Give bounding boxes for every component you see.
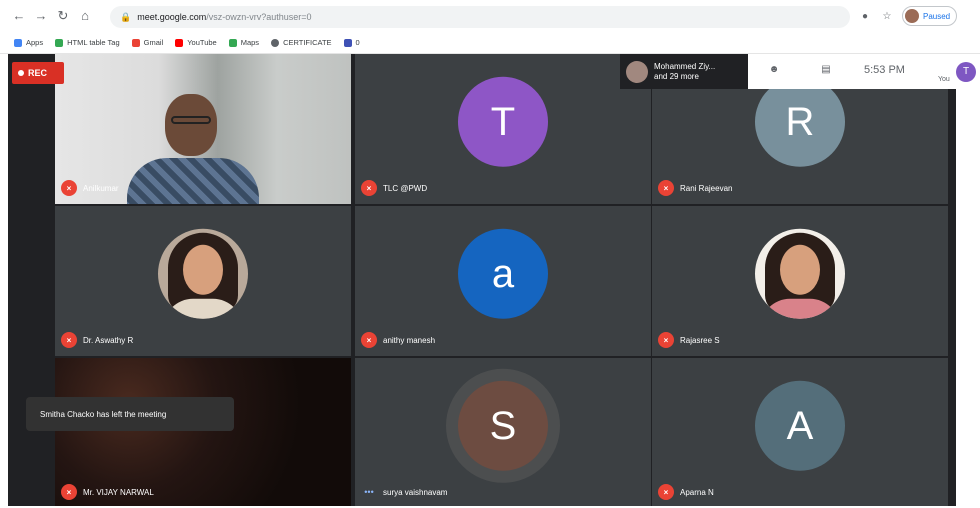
- people-icon[interactable]: ☻: [766, 64, 782, 78]
- mic-off-icon: ×: [658, 332, 674, 348]
- participants-summary-name: Mohammed Ziy...: [654, 61, 716, 71]
- participant-avatar: S: [458, 380, 548, 471]
- bookmark-favicon: [343, 38, 352, 47]
- address-bar[interactable]: 🔒 meet.google.com/vsz-owzn-vrv?authuser=…: [110, 6, 850, 28]
- mic-off-icon: ×: [361, 180, 377, 196]
- participant-name: anithy manesh: [383, 335, 436, 345]
- profile-button[interactable]: Paused: [902, 6, 958, 26]
- meeting-top-bar: Mohammed Ziy... and 29 more ☻ ▤ 5:53 PM …: [620, 54, 976, 89]
- participant-avatar: [626, 60, 648, 83]
- participant-photo: [158, 228, 248, 319]
- bookmarks-bar: Apps HTML table Tag Gmail YouTube Maps C…: [0, 32, 980, 54]
- mic-off-icon: ×: [361, 332, 377, 348]
- participant-name: surya vaishnavam: [383, 487, 448, 497]
- browser-toolbar: ← → ↻ ⌂ 🔒 meet.google.com/vsz-owzn-vrv?a…: [0, 0, 980, 32]
- bookmark-html-table[interactable]: HTML table Tag: [55, 38, 120, 47]
- mic-off-icon: ×: [61, 332, 77, 348]
- bookmark-0[interactable]: 0: [343, 38, 360, 47]
- bookmark-maps[interactable]: Maps: [228, 38, 259, 47]
- url-text: meet.google.com/vsz-owzn-vrv?authuser=0: [137, 12, 312, 22]
- right-margin: [956, 54, 980, 508]
- participant-name: Mr. VIJAY NARWAL: [83, 487, 154, 497]
- participant-tile[interactable]: T × TLC @PWD: [355, 54, 651, 204]
- participant-tile[interactable]: S ••• surya vaishnavam: [355, 358, 651, 508]
- bookmark-favicon: [55, 38, 64, 47]
- bookmark-apps[interactable]: Apps: [14, 38, 43, 47]
- participant-name: TLC @PWD: [383, 183, 428, 193]
- participant-avatar: R: [755, 76, 845, 167]
- mic-off-icon: ×: [658, 484, 674, 500]
- meeting-clock: 5:53 PM: [864, 64, 905, 76]
- reload-icon[interactable]: ↻: [54, 7, 72, 25]
- mic-off-icon: ×: [61, 484, 77, 500]
- participant-name: Rajasree S: [680, 335, 720, 345]
- participant-avatar: a: [458, 228, 548, 319]
- profile-label: Paused: [923, 11, 951, 21]
- participant-avatar: T: [458, 76, 548, 167]
- chat-icon[interactable]: ▤: [818, 64, 834, 78]
- apps-icon: [14, 38, 22, 47]
- left-margin: [0, 54, 8, 508]
- participant-tile[interactable]: A × Aparna N: [652, 358, 948, 508]
- forward-icon[interactable]: →: [32, 7, 50, 25]
- back-icon[interactable]: ←: [10, 7, 28, 25]
- participant-avatar: A: [755, 380, 845, 471]
- star-icon[interactable]: ☆: [880, 11, 894, 22]
- profile-avatar: [905, 9, 919, 23]
- participants-summary-count: and 29 more: [654, 71, 699, 81]
- camera-indicator-icon[interactable]: ●: [858, 11, 872, 22]
- photo-face: [780, 244, 820, 295]
- self-avatar[interactable]: T: [956, 62, 976, 82]
- bookmark-youtube[interactable]: YouTube: [175, 38, 217, 47]
- youtube-icon: [175, 38, 184, 47]
- maps-icon: [228, 38, 237, 47]
- participant-tile[interactable]: × Anilkumar: [55, 54, 351, 204]
- bookmark-gmail[interactable]: Gmail: [131, 38, 163, 47]
- record-dot-icon: [18, 70, 24, 76]
- participant-photo: [755, 228, 845, 319]
- participant-tile[interactable]: × Dr. Aswathy R: [55, 206, 351, 356]
- person-head: [165, 94, 217, 156]
- photo-face: [183, 244, 223, 295]
- participant-name: Aparna N: [680, 487, 714, 497]
- participant-name: Anilkumar: [83, 183, 119, 193]
- github-icon: [271, 38, 280, 47]
- participant-name: Rani Rajeevan: [680, 183, 733, 193]
- participant-tile[interactable]: a × anithy manesh: [355, 206, 651, 356]
- gmail-icon: [131, 38, 140, 47]
- mic-off-icon: ×: [61, 180, 77, 196]
- participants-summary[interactable]: Mohammed Ziy... and 29 more: [620, 54, 748, 89]
- notification-toast: Smitha Chacko has left the meeting: [26, 397, 234, 431]
- speaking-indicator-icon: •••: [364, 487, 374, 497]
- bookmark-certificate[interactable]: CERTIFICATE: [271, 38, 332, 47]
- person-body: [127, 158, 259, 204]
- home-icon[interactable]: ⌂: [76, 7, 94, 25]
- participant-name: Dr. Aswathy R: [83, 335, 134, 345]
- mic-off-icon: ×: [658, 180, 674, 196]
- lock-icon: 🔒: [120, 11, 132, 22]
- recording-badge: REC: [12, 62, 64, 84]
- recording-label: REC: [28, 68, 48, 78]
- person-glasses: [171, 116, 211, 124]
- meet-stage: REC Mohammed Ziy... and 29 more ☻ ▤ 5:53…: [0, 54, 980, 508]
- you-label: You: [938, 76, 950, 83]
- participant-tile[interactable]: × Rajasree S: [652, 206, 948, 356]
- participant-tile[interactable]: × Mr. VIJAY NARWAL: [55, 358, 351, 508]
